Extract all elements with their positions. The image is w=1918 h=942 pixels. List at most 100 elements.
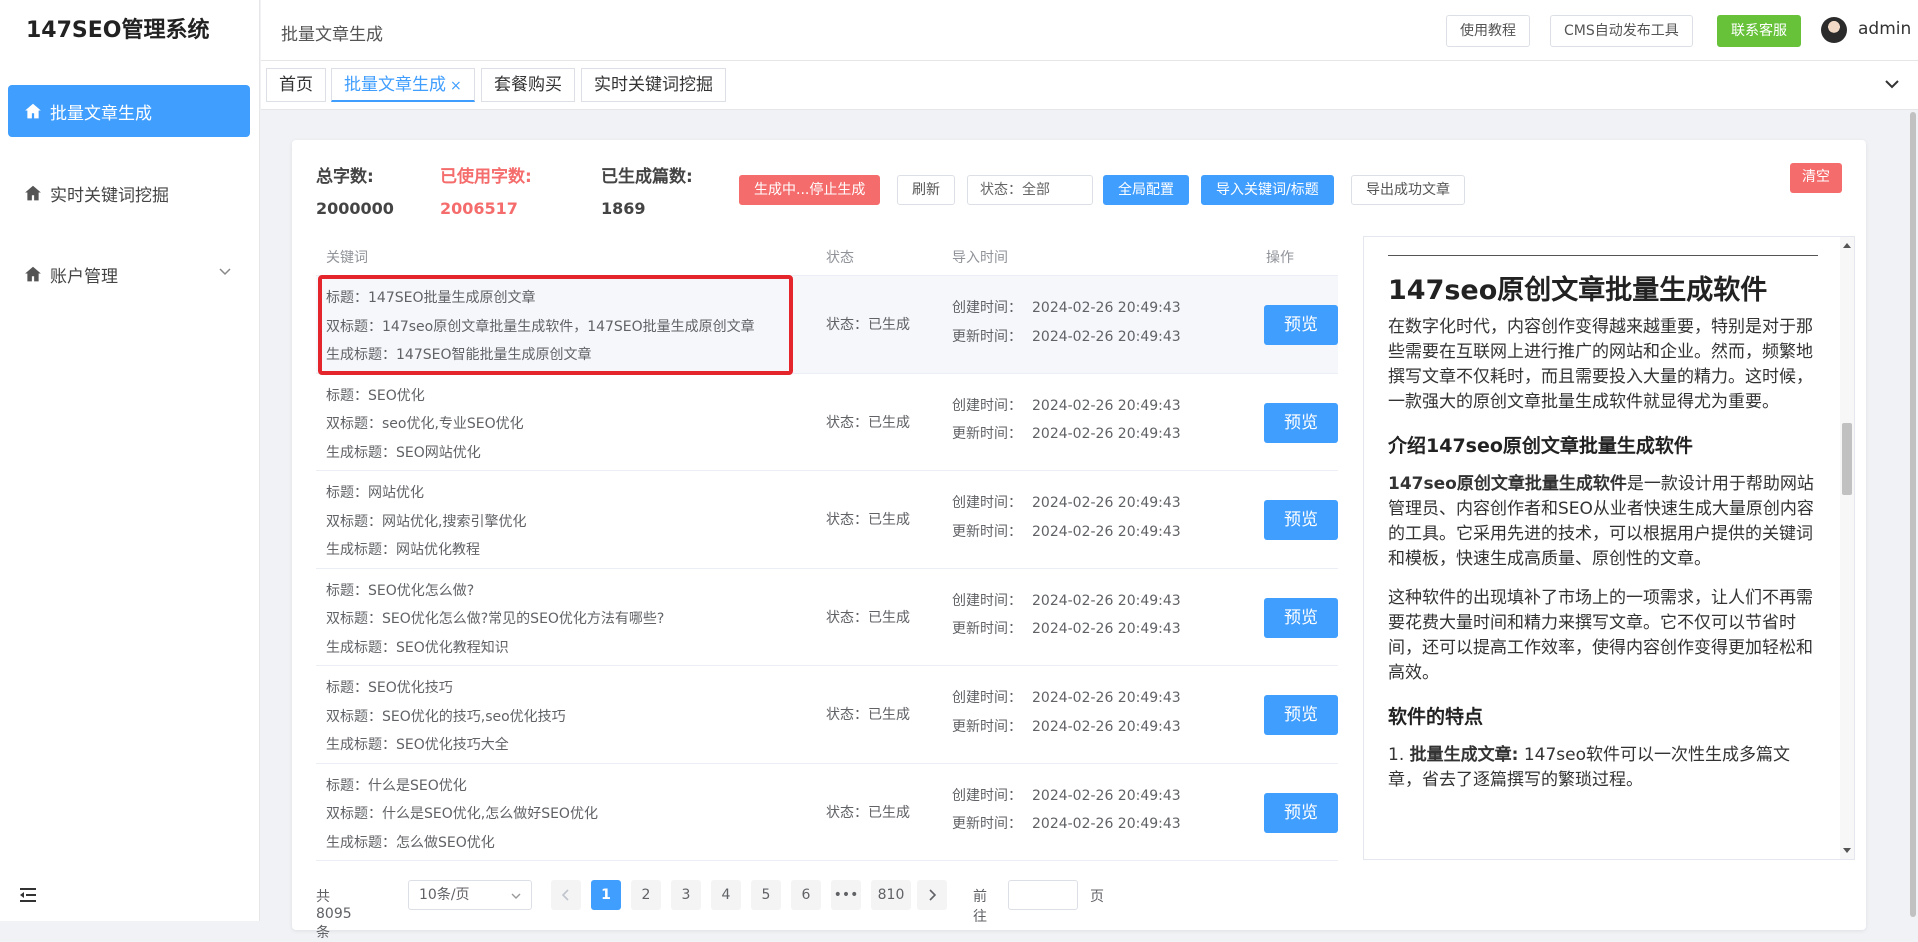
chevron-down-icon <box>511 893 521 899</box>
prev-page-button[interactable] <box>551 880 581 910</box>
global-config-button[interactable]: 全局配置 <box>1103 175 1189 205</box>
avatar[interactable] <box>1821 17 1847 43</box>
list-item: 1. 批量生成文章: 147seo软件可以一次性生成多篇文章，省去了逐篇撰写的繁… <box>1388 743 1818 793</box>
status-select[interactable]: 状态：全部 <box>967 175 1093 205</box>
status-cell: 状态：已生成 <box>826 804 910 821</box>
updated-label: 更新时间： <box>952 523 1022 540</box>
clear-button[interactable]: 清空 <box>1790 163 1842 193</box>
double-title-text: 双标题：什么是SEO优化,怎么做好SEO优化 <box>326 806 598 822</box>
collapse-sidebar-icon[interactable] <box>18 885 38 905</box>
page-button[interactable]: 3 <box>671 880 701 910</box>
double-title-text: 双标题：147seo原创文章批量生成软件，147SEO批量生成原创文章 <box>326 318 755 335</box>
contact-support-button[interactable]: 联系客服 <box>1717 15 1801 47</box>
page-unit-label: 页 <box>1090 889 1104 905</box>
updated-label: 更新时间： <box>952 328 1022 345</box>
stat-label: 总字数: <box>316 167 374 187</box>
preview-button[interactable]: 预览 <box>1264 500 1338 540</box>
status-cell: 状态：已生成 <box>826 707 910 723</box>
generated-title-text: 生成标题：147SEO智能批量生成原创文章 <box>326 347 592 363</box>
tutorial-button[interactable]: 使用教程 <box>1446 15 1530 47</box>
table-row: 标题：SEO优化技巧 双标题：SEO优化的技巧,seo优化技巧 生成标题：SEO优化… <box>316 666 1338 764</box>
created-label: 创建时间： <box>952 690 1022 706</box>
title-text: 标题：什么是SEO优化 <box>326 777 467 794</box>
sidebar-item-account[interactable]: 账户管理 <box>8 248 250 300</box>
keyword-cell: 标题：什么是SEO优化 双标题：什么是SEO优化,怎么做好SEO优化 生成标题：怎么… <box>326 772 598 858</box>
created-label: 创建时间： <box>952 592 1022 609</box>
tab-package-purchase[interactable]: 套餐购买 <box>481 68 575 102</box>
preview-bold: 批量生成文章: <box>1409 745 1519 765</box>
table-row: 标题：什么是SEO优化 双标题：什么是SEO优化,怎么做好SEO优化 生成标题：怎么… <box>316 764 1338 861</box>
time-cell: 创建时间： 2024-02-26 20:49:43 更新时间： 2024-02-26 … <box>952 587 1181 644</box>
sidebar-item-batch-articles[interactable]: 批量文章生成 <box>8 85 250 137</box>
page-button[interactable]: 4 <box>711 880 741 910</box>
preview-button[interactable]: 预览 <box>1264 305 1338 345</box>
generated-title-text: 生成标题：SEO网站优化 <box>326 444 481 461</box>
preview-button[interactable]: 预览 <box>1264 597 1338 638</box>
keyword-cell: 标题：SEO优化 双标题：seo优化,专业SEO优化 生成标题：SEO网站优化 <box>326 382 524 468</box>
preview-scrollbar[interactable] <box>1840 237 1854 859</box>
page-button[interactable]: 810 <box>871 880 911 910</box>
column-header-action: 操作 <box>1266 250 1294 266</box>
page-button[interactable]: 1 <box>591 880 621 910</box>
sidebar: 147SEO管理系统 批量文章生成 实时关键词挖掘 账户管理 <box>0 0 260 921</box>
double-title-text: 双标题：网站优化,搜索引擎优化 <box>326 513 527 530</box>
chevron-left-icon <box>561 889 569 901</box>
tab-home[interactable]: 首页 <box>266 68 326 102</box>
tab-keyword-mining[interactable]: 实时关键词挖掘 <box>581 68 726 102</box>
total-count: 共 8095 条 <box>316 889 352 941</box>
next-page-button[interactable] <box>917 880 947 910</box>
updated-time: 2024-02-26 20:49:43 <box>1032 816 1181 832</box>
updated-time: 2024-02-26 20:49:43 <box>1032 621 1181 637</box>
time-cell: 创建时间： 2024-02-26 20:49:43 更新时间： 2024-02-26 … <box>952 392 1181 449</box>
scroll-up-icon[interactable] <box>1843 243 1851 248</box>
status-cell: 状态：已生成 <box>826 414 910 431</box>
status-cell: 状态：已生成 <box>826 512 910 528</box>
title-text: 标题：SEO优化技巧 <box>326 680 453 696</box>
tab-label: 批量文章生成 <box>344 75 446 95</box>
chevron-down-icon[interactable] <box>1884 76 1900 92</box>
preview-button[interactable]: 预览 <box>1264 792 1338 833</box>
close-icon[interactable]: × <box>450 78 462 94</box>
page-button[interactable]: 5 <box>751 880 781 910</box>
export-articles-button[interactable]: 导出成功文章 <box>1351 175 1465 205</box>
scroll-down-icon[interactable] <box>1843 848 1851 853</box>
page-button[interactable]: 6 <box>791 880 821 910</box>
tab-batch-articles[interactable]: 批量文章生成 × <box>331 68 475 102</box>
table-row: 标题：SEO优化怎么做? 双标题：SEO优化怎么做?常见的SEO优化方法有哪些? 生… <box>316 569 1338 666</box>
table-row: 标题：SEO优化 双标题：seo优化,专业SEO优化 生成标题：SEO网站优化 状态：… <box>316 374 1338 471</box>
article-preview-panel[interactable]: 147seo原创文章批量生成软件 在数字化时代，内容创作变得越来越重要，特别是对… <box>1363 236 1855 860</box>
page-size-select[interactable]: 10条/页 <box>408 880 532 910</box>
page-scrollbar[interactable] <box>1908 110 1918 921</box>
page-button[interactable]: 2 <box>631 880 661 910</box>
goto-page-input[interactable] <box>1008 880 1078 910</box>
scroll-thumb[interactable] <box>1910 112 1916 917</box>
goto-label: 前往 <box>973 889 987 925</box>
chevron-down-icon <box>219 268 231 276</box>
created-label: 创建时间： <box>952 787 1022 804</box>
username[interactable]: admin <box>1858 19 1911 39</box>
home-icon <box>25 266 41 282</box>
updated-time: 2024-02-26 20:49:43 <box>1032 426 1181 442</box>
keyword-cell: 标题：网站优化 双标题：网站优化,搜索引擎优化 生成标题：网站优化教程 <box>326 479 526 565</box>
title-text: 标题：SEO优化 <box>326 387 425 404</box>
divider <box>1388 255 1818 256</box>
cms-publish-button[interactable]: CMS自动发布工具 <box>1550 15 1693 47</box>
generated-title-text: 生成标题：SEO优化技巧大全 <box>326 737 509 753</box>
more-pages-button[interactable]: ••• <box>831 880 861 910</box>
breadcrumb: 批量文章生成 <box>281 25 383 45</box>
preview-button[interactable]: 预览 <box>1264 695 1338 735</box>
created-label: 创建时间： <box>952 495 1022 511</box>
home-icon <box>25 185 41 201</box>
preview-list: 1. 批量生成文章: 147seo软件可以一次性生成多篇文章，省去了逐篇撰写的繁… <box>1388 743 1818 793</box>
preview-button[interactable]: 预览 <box>1264 402 1338 443</box>
time-cell: 创建时间： 2024-02-26 20:49:43 更新时间： 2024-02-26 … <box>952 782 1181 839</box>
updated-label: 更新时间： <box>952 816 1022 832</box>
preview-heading: 介绍147seo原创文章批量生成软件 <box>1388 435 1693 457</box>
refresh-button[interactable]: 刷新 <box>897 175 955 205</box>
import-keywords-button[interactable]: 导入关键词/标题 <box>1201 175 1334 205</box>
stop-generation-button[interactable]: 生成中...停止生成 <box>739 175 881 205</box>
scroll-thumb[interactable] <box>1842 423 1852 495</box>
sidebar-item-keyword-mining[interactable]: 实时关键词挖掘 <box>8 167 250 219</box>
created-time: 2024-02-26 20:49:43 <box>1032 690 1181 706</box>
preview-title: 147seo原创文章批量生成软件 <box>1388 275 1768 306</box>
